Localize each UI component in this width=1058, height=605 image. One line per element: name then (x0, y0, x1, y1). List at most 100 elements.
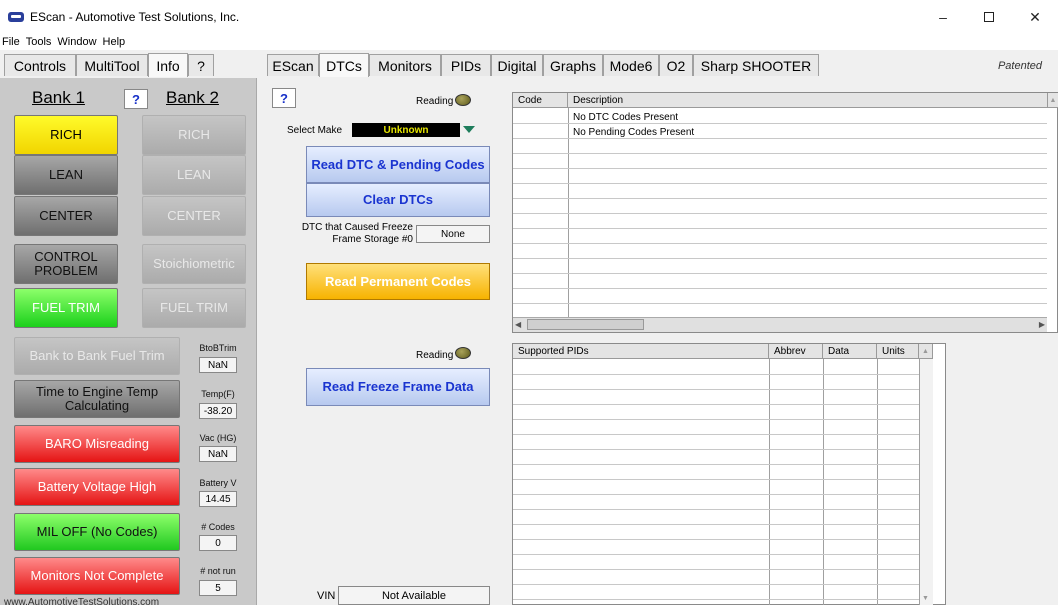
title-bar: EScan - Automotive Test Solutions, Inc. … (0, 0, 1058, 34)
grid-line (513, 509, 919, 510)
reading-label-1: Reading (416, 96, 454, 107)
lean-bank2-indicator: LEAN (142, 155, 246, 195)
vin-value: Not Available (338, 586, 490, 605)
vertical-scrollbar[interactable]: ▼ (920, 359, 933, 605)
vac-label: Vac (HG) (199, 433, 237, 443)
clear-dtcs-button[interactable]: Clear DTCs (306, 183, 490, 217)
fuel-trim-bank2-indicator: FUEL TRIM (142, 288, 246, 328)
control-problem-indicator: CONTROL PROBLEM (14, 244, 118, 284)
rich-bank1-indicator: RICH (14, 115, 118, 155)
scroll-right-icon[interactable]: ▶ (1039, 320, 1045, 329)
tab-dtcs[interactable]: DTCs (319, 53, 369, 77)
menu-file[interactable]: File (2, 36, 20, 48)
btob-trim-label: BtoBTrim (199, 343, 237, 353)
grid-line (513, 599, 919, 600)
grid-line (513, 168, 1047, 169)
menu-window[interactable]: Window (57, 36, 96, 48)
reading-led-1 (455, 94, 471, 106)
read-freeze-frame-button[interactable]: Read Freeze Frame Data (306, 368, 490, 406)
temp-value: -38.20 (199, 403, 237, 419)
read-permanent-codes-button[interactable]: Read Permanent Codes (306, 263, 490, 300)
center-bank1-indicator: CENTER (14, 196, 118, 236)
grid-line (513, 243, 1047, 244)
monitors-indicator: Monitors Not Complete (14, 557, 180, 595)
tab-help[interactable]: ? (188, 54, 214, 76)
scroll-up-icon[interactable]: ▲ (1048, 93, 1058, 108)
grid-line (513, 213, 1047, 214)
not-run-value: 5 (199, 580, 237, 596)
freeze-frame-dtc-value: None (416, 225, 490, 243)
codes-label: # Codes (201, 522, 235, 532)
bank-to-bank-indicator: Bank to Bank Fuel Trim (14, 337, 180, 375)
tab-controls[interactable]: Controls (4, 54, 76, 76)
scroll-down-icon[interactable]: ▼ (922, 595, 929, 602)
grid-line (513, 228, 1047, 229)
dtc-header-description[interactable]: Description (568, 93, 1048, 108)
maximize-icon (984, 12, 994, 22)
not-run-label: # not run (200, 566, 236, 576)
window-title: EScan - Automotive Test Solutions, Inc. (30, 10, 240, 24)
tab-pids[interactable]: PIDs (441, 54, 491, 76)
pid-header-units[interactable]: Units (877, 344, 919, 359)
bank-help-button[interactable]: ? (124, 89, 148, 109)
tab-monitors[interactable]: Monitors (369, 54, 441, 76)
tab-sharp-shooter[interactable]: Sharp SHOOTER (693, 54, 819, 76)
supported-pids-table[interactable]: Supported PIDs Abbrev Data Units ▲ ▼ (512, 343, 946, 605)
vac-value: NaN (199, 446, 237, 462)
menu-help[interactable]: Help (103, 36, 126, 48)
table-row: No Pending Codes Present (573, 127, 695, 138)
pid-header-abbrev[interactable]: Abbrev (769, 344, 823, 359)
dropdown-arrow-icon[interactable] (463, 126, 475, 133)
menu-tools[interactable]: Tools (26, 36, 52, 48)
grid-line (513, 554, 919, 555)
grid-line (513, 569, 919, 570)
vin-label: VIN (317, 590, 336, 602)
grid-line (513, 524, 919, 525)
grid-line (513, 404, 919, 405)
freeze-frame-dtc-label: DTC that Caused Freeze Frame Storage #0 (301, 222, 413, 245)
battery-label: Battery V (199, 478, 237, 488)
dtc-help-button[interactable]: ? (272, 88, 296, 108)
horizontal-scrollbar[interactable]: ◀ ▶ (513, 317, 1047, 332)
temp-label: Temp(F) (201, 389, 235, 399)
scroll-left-icon[interactable]: ◀ (515, 320, 521, 329)
grid-line (513, 539, 919, 540)
mil-indicator: MIL OFF (No Codes) (14, 513, 180, 551)
tab-digital[interactable]: Digital (491, 54, 543, 76)
dtc-table[interactable]: Code Description ▲ No DTC Codes Present … (512, 92, 1058, 333)
patented-label: Patented (997, 60, 1042, 72)
app-icon (8, 12, 24, 22)
scrollbar-thumb[interactable] (527, 319, 644, 330)
pid-header-supported[interactable]: Supported PIDs (513, 344, 769, 359)
fuel-trim-bank1-indicator: FUEL TRIM (14, 288, 118, 328)
grid-line (513, 389, 919, 390)
tab-o2[interactable]: O2 (659, 54, 693, 76)
reading-label-2: Reading (416, 350, 454, 361)
pid-header-data[interactable]: Data (823, 344, 877, 359)
select-make-dropdown[interactable]: Unknown (352, 123, 460, 137)
rich-bank2-indicator: RICH (142, 115, 246, 155)
minimize-button[interactable]: – (920, 0, 966, 34)
grid-line (513, 584, 919, 585)
scroll-up-icon[interactable]: ▲ (919, 344, 933, 359)
grid-line (513, 419, 919, 420)
maximize-button[interactable] (966, 0, 1012, 34)
tab-info[interactable]: Info (148, 53, 188, 77)
battery-value: 14.45 (199, 491, 237, 507)
grid-line (513, 434, 919, 435)
tab-multitool[interactable]: MultiTool (76, 54, 148, 76)
table-row: No DTC Codes Present (573, 112, 679, 123)
dtc-header-code[interactable]: Code (513, 93, 568, 108)
grid-line (513, 273, 1047, 274)
grid-line (513, 288, 1047, 289)
close-button[interactable]: ✕ (1012, 0, 1058, 34)
reading-led-2 (455, 347, 471, 359)
grid-line (513, 183, 1047, 184)
read-dtc-button[interactable]: Read DTC & Pending Codes (306, 146, 490, 183)
tab-mode6[interactable]: Mode6 (603, 54, 659, 76)
tab-graphs[interactable]: Graphs (543, 54, 603, 76)
grid-line (513, 374, 919, 375)
grid-line (513, 153, 1047, 154)
tab-escan[interactable]: EScan (267, 54, 319, 76)
grid-line (513, 198, 1047, 199)
